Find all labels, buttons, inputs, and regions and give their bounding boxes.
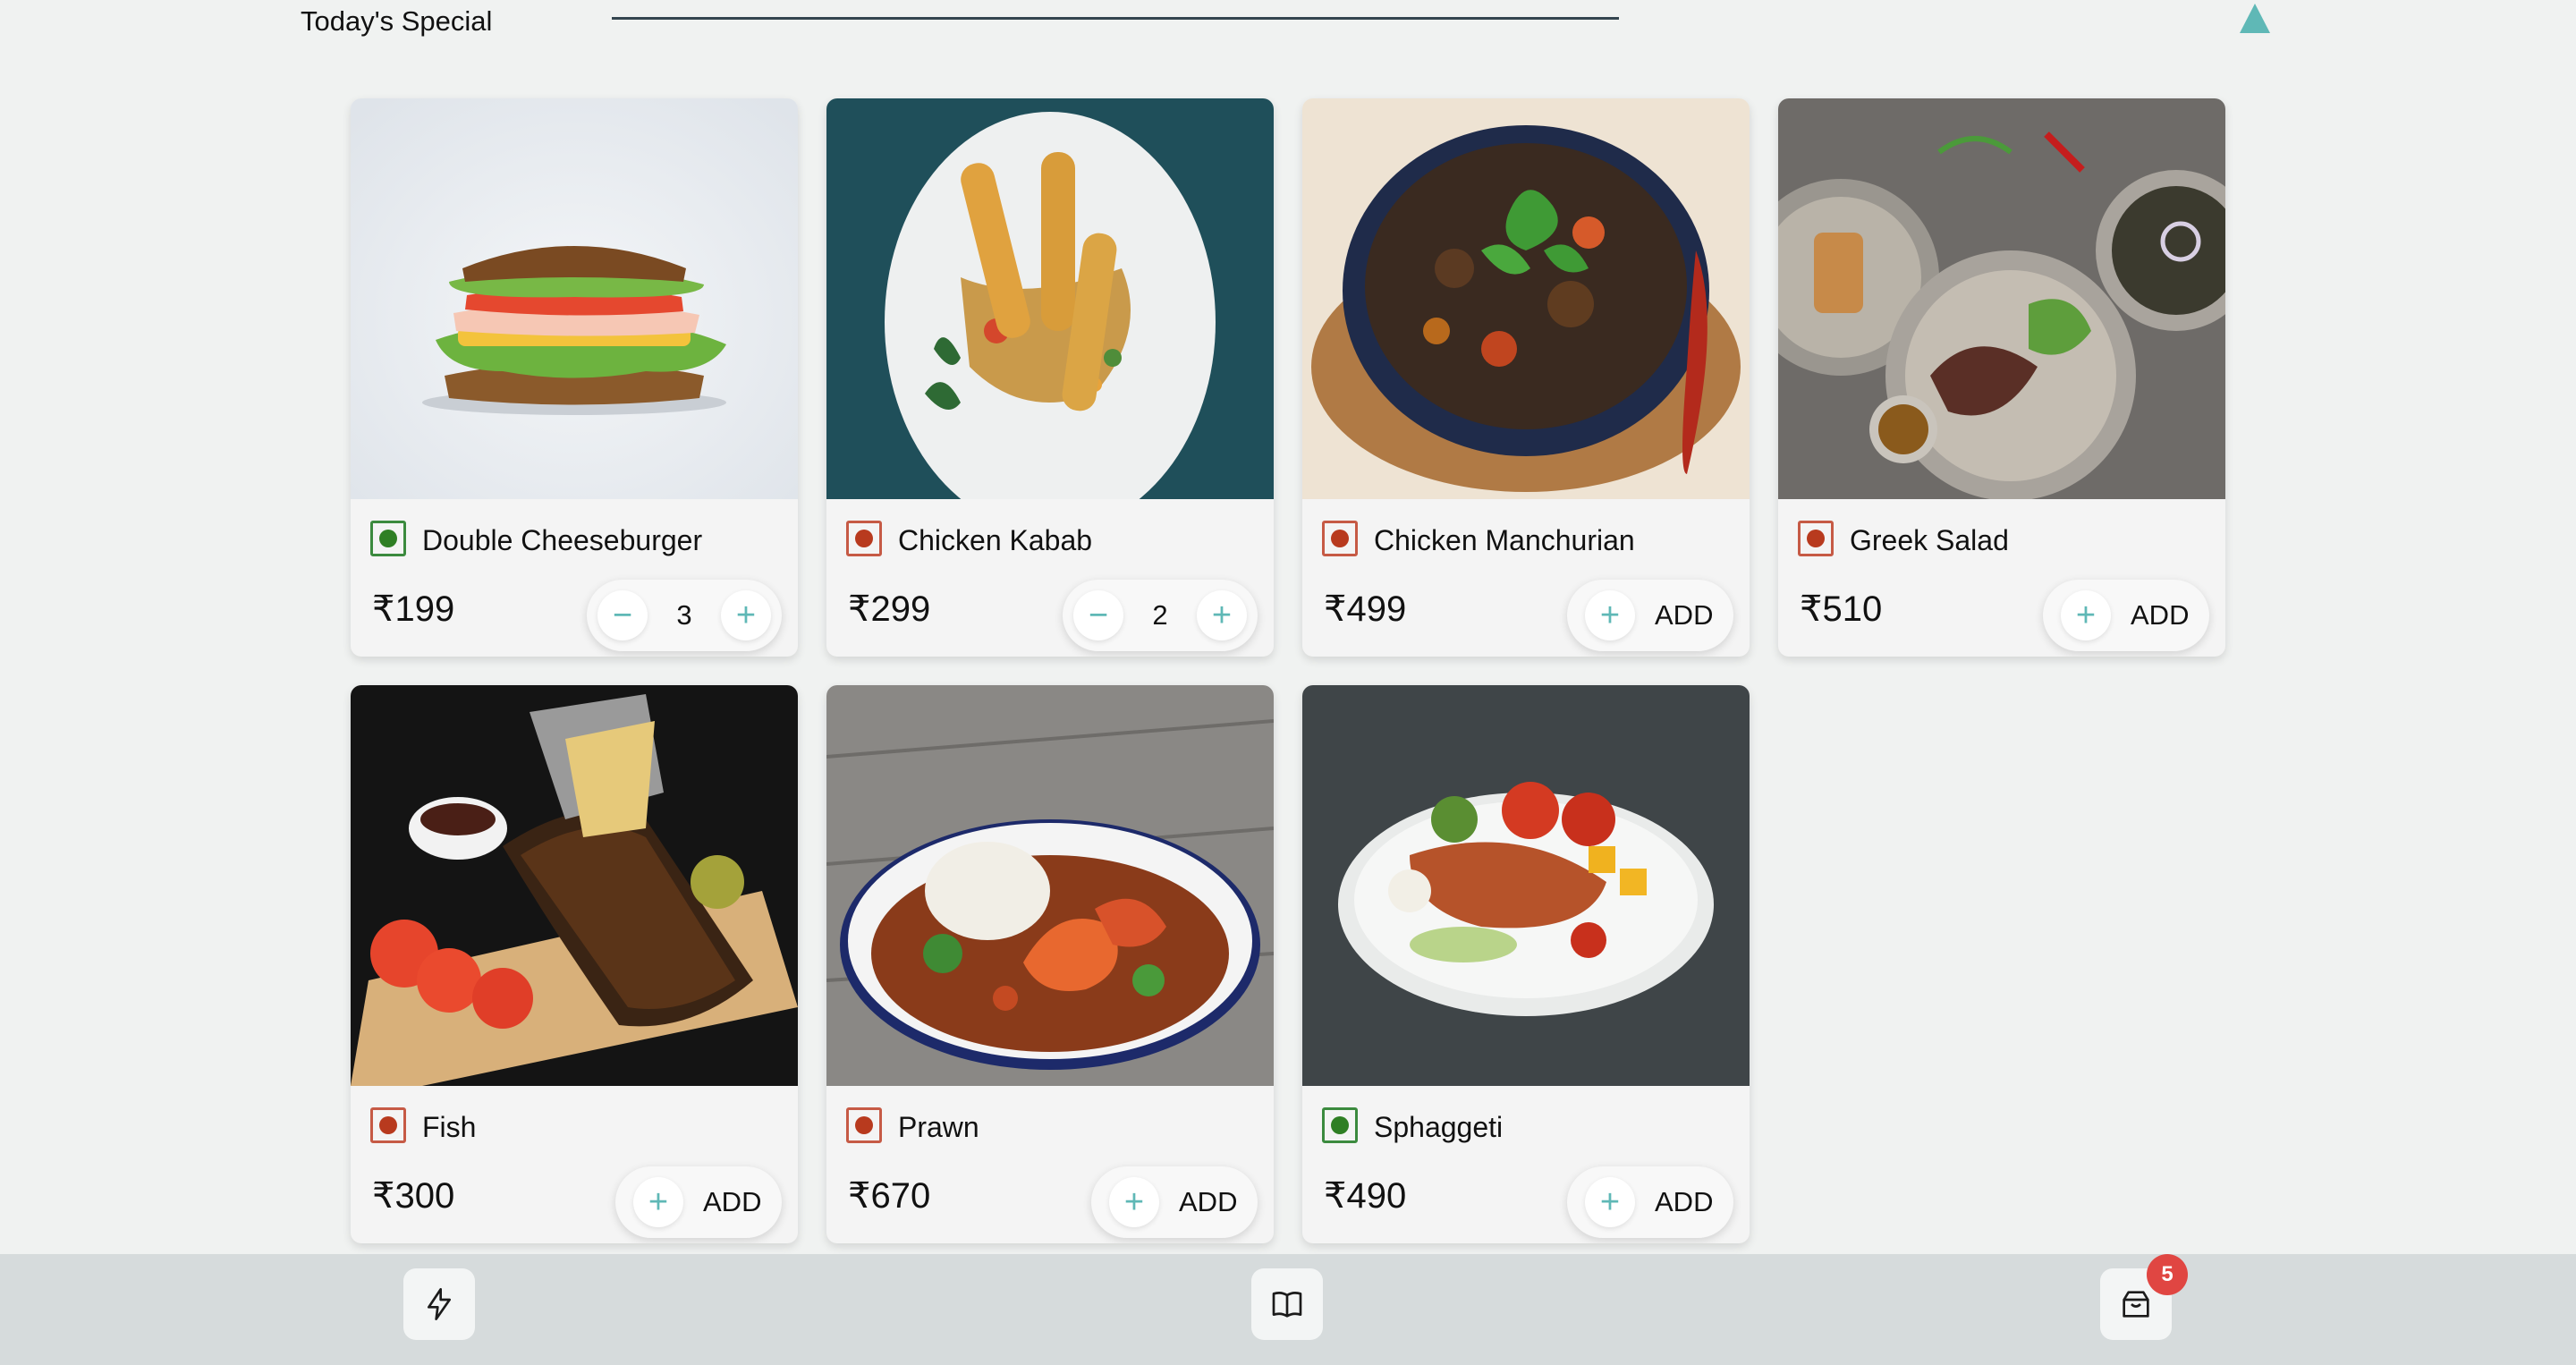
- increase-quantity-button[interactable]: +: [721, 590, 771, 640]
- dish-price: ₹199: [372, 589, 455, 629]
- dish-price: ₹499: [1324, 589, 1407, 629]
- nav-specials-button[interactable]: [403, 1268, 475, 1340]
- nonveg-indicator-icon: [846, 1107, 882, 1143]
- plus-icon: +: [1585, 1177, 1635, 1227]
- dish-image: [1302, 98, 1750, 499]
- plus-icon: +: [1109, 1177, 1159, 1227]
- dish-card[interactable]: Fish ₹300 + ADD: [351, 685, 798, 1243]
- dish-card[interactable]: Chicken Kabab ₹299 − 2 +: [826, 98, 1274, 657]
- plus-icon: +: [1585, 590, 1635, 640]
- nav-cart-button[interactable]: 5: [2100, 1254, 2188, 1340]
- add-to-cart-button[interactable]: + ADD: [1567, 580, 1733, 651]
- increase-quantity-button[interactable]: +: [1197, 590, 1247, 640]
- dish-name: Greek Salad: [1850, 524, 2009, 556]
- menu-book-icon: [1272, 1292, 1302, 1318]
- dish-card[interactable]: Sphaggeti ₹490 + ADD: [1302, 685, 1750, 1243]
- dish-image: [351, 685, 798, 1086]
- collapse-triangle-icon[interactable]: [2240, 4, 2270, 33]
- section-header: Today's Special: [301, 0, 2279, 43]
- dish-name: Chicken Manchurian: [1374, 524, 1635, 556]
- dish-price: ₹300: [372, 1176, 455, 1216]
- lightning-icon: [428, 1288, 451, 1320]
- quantity-stepper: − 3 +: [587, 580, 782, 651]
- nav-menu-button[interactable]: [1251, 1268, 1323, 1340]
- veg-indicator-icon: [370, 521, 406, 556]
- add-to-cart-button[interactable]: + ADD: [615, 1166, 782, 1238]
- dish-name: Chicken Kabab: [898, 524, 1093, 556]
- plus-icon: +: [2061, 590, 2111, 640]
- plus-icon: +: [633, 1177, 683, 1227]
- dish-image: [1302, 685, 1750, 1086]
- cart-count-badge: 5: [2147, 1254, 2188, 1295]
- section-divider: [612, 17, 1619, 20]
- dish-price: ₹299: [848, 589, 931, 629]
- add-to-cart-button[interactable]: + ADD: [1567, 1166, 1733, 1238]
- nonveg-indicator-icon: [370, 1107, 406, 1143]
- cart-icon: [2123, 1291, 2149, 1318]
- dish-name: Prawn: [898, 1111, 979, 1143]
- dish-image: [1778, 98, 2225, 499]
- dish-card[interactable]: Prawn ₹670 + ADD: [826, 685, 1274, 1243]
- dish-name: Sphaggeti: [1374, 1111, 1504, 1143]
- nonveg-indicator-icon: [1798, 521, 1834, 556]
- bottom-nav: 5: [0, 1254, 2576, 1365]
- dish-card[interactable]: Greek Salad ₹510 + ADD: [1778, 98, 2225, 657]
- dish-price: ₹670: [848, 1176, 931, 1216]
- dish-image: [826, 98, 1274, 499]
- dish-name: Fish: [422, 1111, 477, 1143]
- dish-image: [826, 685, 1274, 1086]
- dish-price: ₹510: [1800, 589, 1883, 629]
- dish-card[interactable]: Double Cheeseburger ₹199 − 3 +: [351, 98, 798, 657]
- quantity-stepper: − 2 +: [1063, 580, 1258, 651]
- dish-name: Double Cheeseburger: [422, 524, 703, 556]
- section-title: Today's Special: [301, 5, 493, 37]
- nonveg-indicator-icon: [1322, 521, 1358, 556]
- dish-image: [351, 98, 798, 499]
- add-to-cart-button[interactable]: + ADD: [2043, 580, 2209, 651]
- veg-indicator-icon: [1322, 1107, 1358, 1143]
- add-to-cart-button[interactable]: + ADD: [1091, 1166, 1258, 1238]
- dish-card[interactable]: Chicken Manchurian ₹499 + ADD: [1302, 98, 1750, 657]
- nonveg-indicator-icon: [846, 521, 882, 556]
- dish-price: ₹490: [1324, 1176, 1407, 1216]
